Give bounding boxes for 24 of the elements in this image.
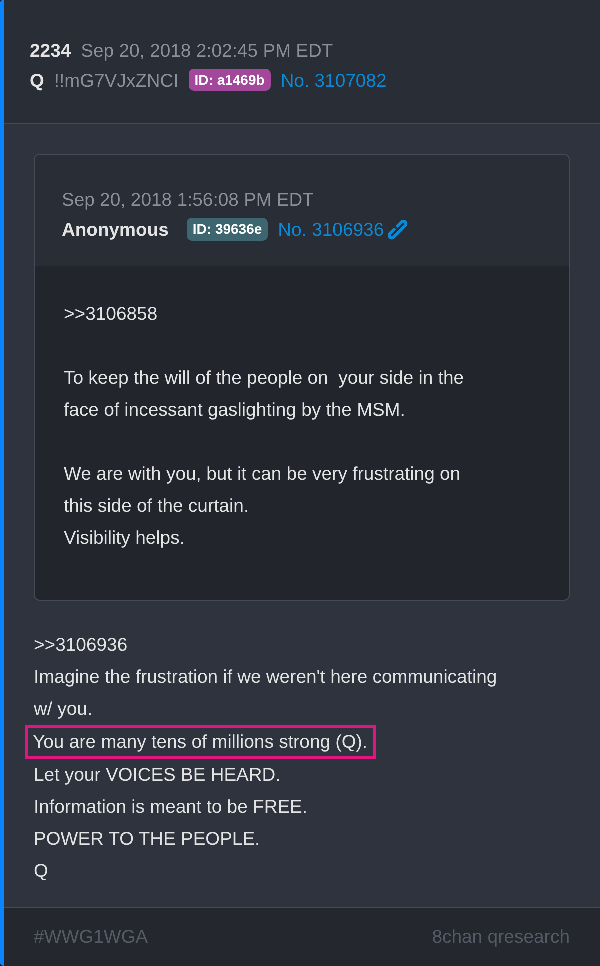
source-label: 8chan qresearch [432, 925, 570, 950]
post-timestamp: Sep 20, 2018 1:56:08 PM EDT [62, 188, 314, 212]
post-text: Q [34, 860, 48, 882]
post-text: >>3106858 [64, 302, 159, 326]
post-text: Information is meant to be FREE. [34, 796, 308, 818]
hashtag: #WWG1WGA [34, 925, 148, 950]
post-text: Visibility helps. [64, 526, 186, 550]
post-text: We are with you, but it can be very frustrating on this side of the curtain. [64, 462, 462, 518]
post-text: POWER TO THE PEOPLE. [34, 828, 260, 850]
author-name: Q [30, 68, 44, 93]
post-timestamp: Sep 20, 2018 2:02:45 PM EDT [81, 39, 334, 63]
post-number: 2234 [30, 39, 72, 63]
post-text: >>3106936 [34, 634, 128, 656]
post-text: Imagine the frustration if we weren't here communicating w/ you. [34, 666, 498, 720]
tripcode: !!mG7VJxZNCI [54, 68, 179, 93]
post-link[interactable]: No. 3107082 [280, 66, 387, 96]
post-text: Let your VOICES BE HEARD. [34, 764, 281, 786]
link-icon[interactable] [388, 220, 408, 240]
author-name: Anonymous [62, 218, 169, 242]
id-badge: ID: a1469b [188, 69, 271, 92]
id-badge: ID: 39636e [186, 218, 268, 241]
post-link[interactable]: No. 3106936 [278, 214, 384, 244]
highlighted-text: You are many tens of millions strong (Q). [25, 725, 376, 760]
post-text: To keep the will of the people on your side in the face of incessant gaslighting by the MSM. [64, 366, 466, 422]
